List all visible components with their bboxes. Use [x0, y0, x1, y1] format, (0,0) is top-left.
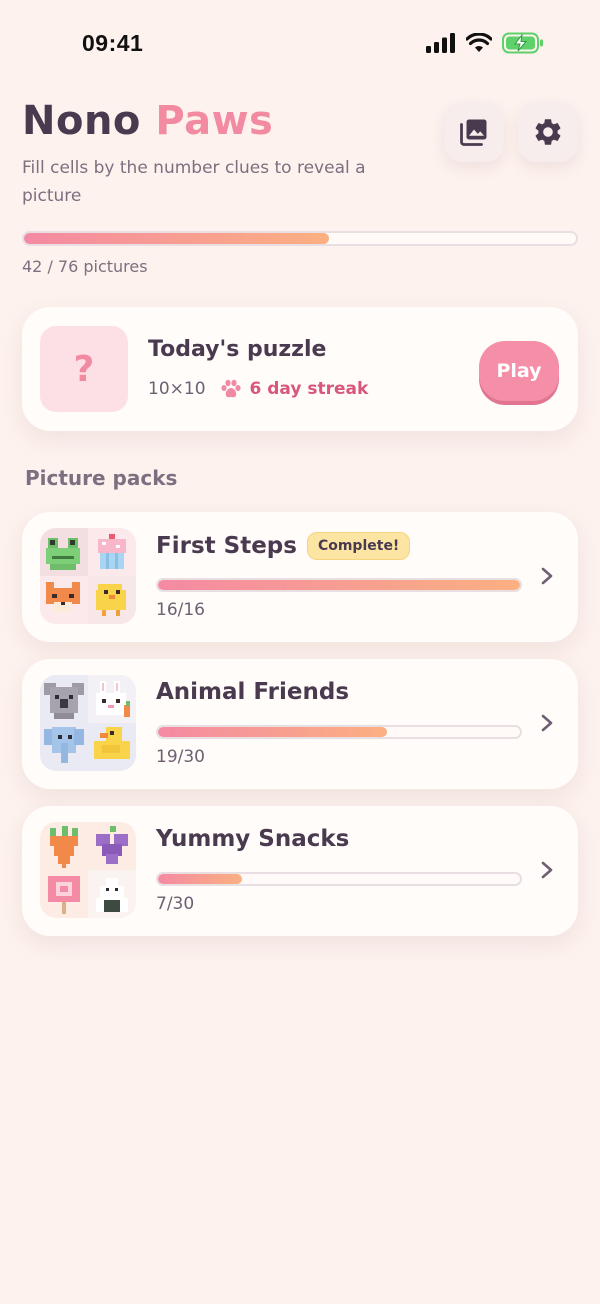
pack-name-first-steps: First Steps Complete!: [156, 532, 411, 560]
status-time: 09:41: [82, 30, 144, 56]
pack-progress-fill: [158, 727, 388, 737]
streak-text: 6 day streak: [249, 379, 369, 399]
pack-name-yummy-snacks: Yummy Snacks: [156, 826, 349, 852]
complete-badge: Complete!: [306, 532, 411, 560]
pack-card-first-steps[interactable]: First Steps Complete! 16/16: [22, 512, 578, 642]
signal-icon: [426, 33, 455, 53]
streak-indicator: 6 day streak: [220, 379, 369, 399]
pack-thumbnail-first-steps: [40, 528, 136, 624]
pack-card-yummy-snacks[interactable]: Yummy Snacks 7/30: [22, 806, 578, 936]
pack-title: Animal Friends: [156, 679, 350, 705]
overall-progress-fill: [24, 233, 330, 244]
pack-name-animal-friends: Animal Friends: [156, 679, 349, 705]
settings-button[interactable]: [518, 102, 578, 162]
gallery-icon: [460, 119, 487, 146]
mystery-thumbnail: ?: [40, 326, 128, 412]
app-title-part1: Nono: [22, 98, 141, 144]
section-title-picture-packs: Picture packs: [25, 466, 178, 490]
todays-puzzle-meta: 10×10 6 day streak: [148, 379, 368, 399]
app-subtitle: Fill cells by the number clues to reveal…: [22, 158, 366, 206]
wifi-icon: [466, 33, 492, 52]
overall-progress-label: 42 / 76 pictures: [22, 257, 148, 276]
pack-progress-bar: [156, 725, 522, 739]
pack-count: 16/16: [156, 600, 205, 620]
pack-progress-fill: [158, 580, 520, 590]
pack-card-animal-friends[interactable]: Animal Friends 19/30: [22, 659, 578, 789]
gallery-button[interactable]: [444, 102, 504, 162]
play-button[interactable]: Play: [479, 341, 559, 401]
todays-puzzle-card[interactable]: ? Today's puzzle 10×10 6 day streak Play: [22, 307, 578, 431]
todays-puzzle-title: Today's puzzle: [148, 337, 327, 362]
pack-count: 7/30: [156, 894, 195, 914]
status-bar: 09:41: [0, 0, 600, 90]
paw-icon: [220, 379, 241, 398]
overall-progress-bar: [22, 231, 578, 246]
pack-title: Yummy Snacks: [156, 826, 350, 852]
pack-progress-fill: [158, 874, 243, 884]
chevron-right-icon: [541, 714, 553, 732]
cupcake-pixel-icon: [98, 534, 126, 569]
status-icons: [426, 32, 544, 54]
pack-progress-bar: [156, 872, 522, 886]
pack-thumbnail-yummy-snacks: [40, 822, 136, 918]
pack-progress-bar: [156, 578, 522, 592]
chevron-right-icon: [541, 567, 553, 585]
app-title-part2: Paws: [155, 98, 274, 144]
battery-charging-icon: [502, 32, 543, 54]
pack-thumbnail-animal-friends: [40, 675, 136, 771]
chevron-right-icon: [541, 861, 553, 879]
pack-count: 19/30: [156, 747, 205, 767]
pack-title: First Steps: [156, 533, 297, 559]
gear-icon: [535, 119, 561, 145]
puzzle-size: 10×10: [148, 379, 206, 399]
app-title: Nono Paws: [22, 98, 273, 144]
